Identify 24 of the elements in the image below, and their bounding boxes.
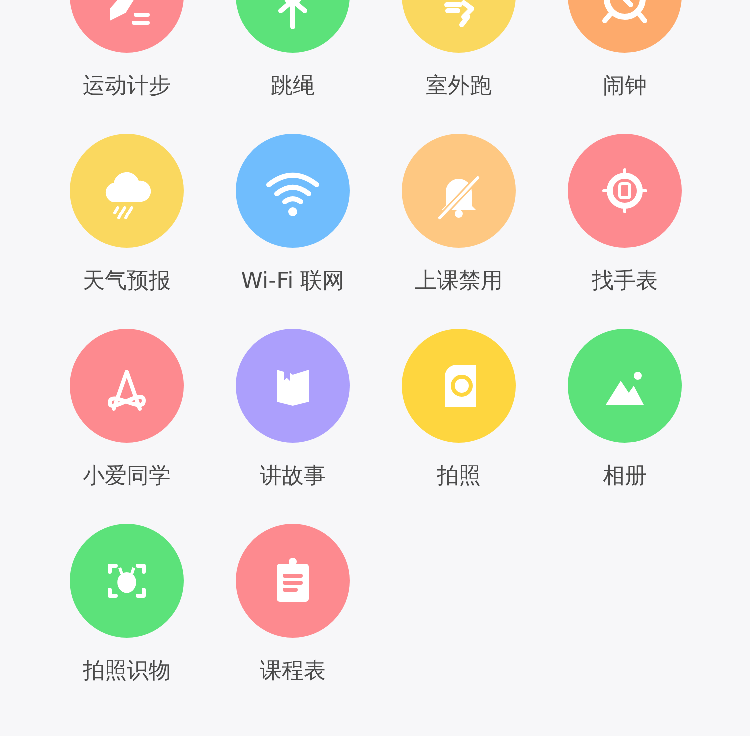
app-launcher[interactable]: 室外跑	[376, 0, 542, 101]
infinity-peak-icon	[70, 329, 184, 443]
watch-target-icon	[568, 134, 682, 248]
wifi-icon	[236, 134, 350, 248]
app-launcher[interactable]: 闹钟	[542, 0, 708, 101]
mountain-icon	[568, 329, 682, 443]
camera-icon	[402, 329, 516, 443]
app-launcher[interactable]: 课程表	[210, 524, 376, 686]
app-launcher[interactable]: 拍照	[376, 329, 542, 491]
app-launcher[interactable]: 小爱同学	[44, 329, 210, 491]
open-book-icon	[236, 329, 350, 443]
app-launcher[interactable]: Wi-Fi 联网	[210, 134, 376, 296]
clipboard-icon	[236, 524, 350, 638]
app-launcher[interactable]: 天气预报	[44, 134, 210, 296]
app-launcher[interactable]: 上课禁用	[376, 134, 542, 296]
app-launcher[interactable]: 找手表	[542, 134, 708, 296]
app-launcher[interactable]: 运动计步	[44, 0, 210, 101]
app-launcher[interactable]: 跳绳	[210, 0, 376, 101]
app-launcher[interactable]: 讲故事	[210, 329, 376, 491]
app-launcher[interactable]: 拍照识物	[44, 524, 210, 686]
muted-bell-icon	[402, 134, 516, 248]
rain-cloud-icon	[70, 134, 184, 248]
scan-icon	[70, 524, 184, 638]
app-launcher[interactable]: 相册	[542, 329, 708, 491]
